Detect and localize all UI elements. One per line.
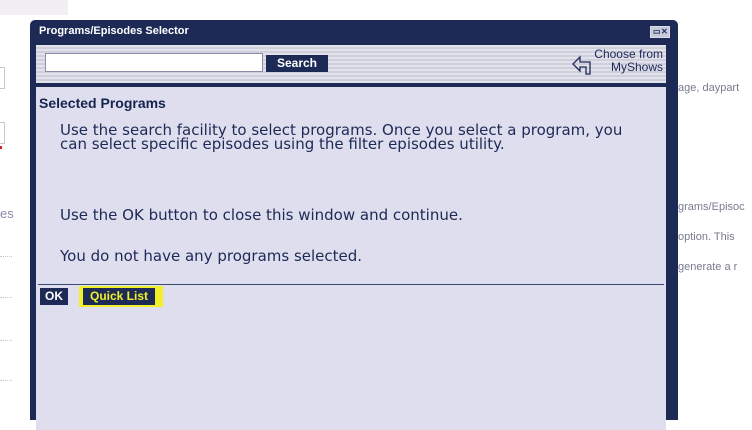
ok-button[interactable]: OK	[40, 288, 68, 305]
dialog-titlebar[interactable]: Programs/Episodes Selector ▭ ✕	[30, 20, 678, 42]
arrow-back-icon	[572, 55, 591, 75]
selected-programs-panel: Selected Programs Use the search facilit…	[36, 87, 666, 430]
search-bar: Search Choose from MyShows	[36, 45, 666, 83]
minimize-icon[interactable]: ▭	[653, 27, 661, 37]
myshows-line2: MyShows	[610, 60, 663, 74]
instruction-text: Use the OK button to close this window a…	[60, 206, 463, 224]
background-field[interactable]	[0, 67, 5, 89]
background-label: es	[0, 206, 14, 221]
divider	[38, 284, 664, 285]
background-text-line: option. This	[678, 231, 735, 243]
programs-episodes-dialog: Programs/Episodes Selector ▭ ✕ Search Ch…	[30, 20, 678, 430]
background-row-divider	[0, 340, 12, 342]
background-text-line: generate a r	[678, 261, 738, 273]
choose-from-myshows-link[interactable]: Choose from MyShows	[571, 48, 663, 80]
background-header-strip	[0, 0, 68, 15]
close-icon[interactable]: ✕	[661, 27, 668, 37]
section-title: Selected Programs	[39, 95, 166, 111]
myshows-label: Choose from MyShows	[591, 48, 663, 74]
background-text-line: grams/Episoc	[678, 201, 745, 213]
background-row-divider	[0, 256, 12, 258]
instruction-text: Use the search facility to select progra…	[60, 121, 623, 153]
dialog-title: Programs/Episodes Selector	[39, 25, 189, 37]
search-button[interactable]: Search	[266, 55, 328, 72]
quick-list-highlight: Quick List	[79, 286, 163, 307]
window-controls[interactable]: ▭ ✕	[650, 26, 670, 38]
quick-list-button[interactable]: Quick List	[83, 288, 155, 305]
search-input[interactable]	[45, 53, 263, 72]
background-row-divider	[0, 297, 12, 299]
background-text-line: age, daypart	[678, 82, 740, 94]
selection-status-text: You do not have any programs selected.	[60, 247, 363, 265]
background-field[interactable]	[0, 122, 5, 144]
background-error-mark	[0, 146, 2, 149]
background-row-divider	[0, 380, 12, 382]
